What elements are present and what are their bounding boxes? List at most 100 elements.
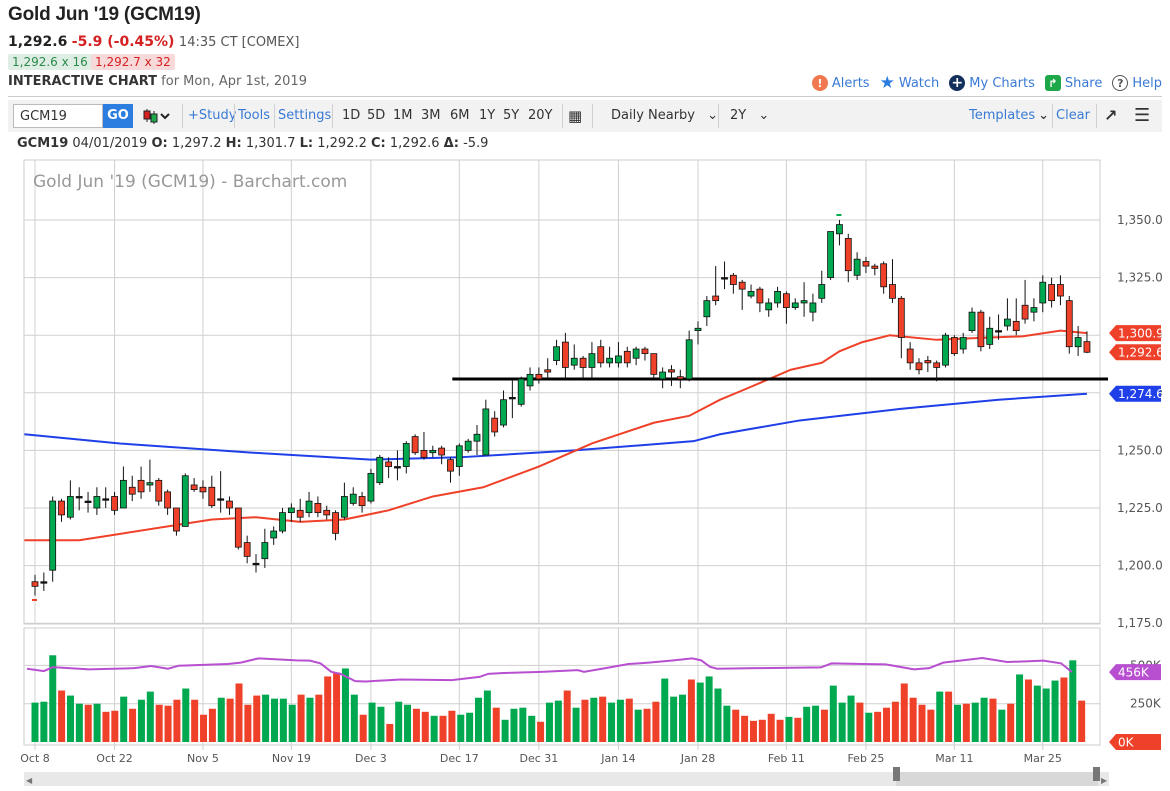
- volume-bar: [874, 711, 882, 742]
- volume-bar: [253, 695, 261, 742]
- scrollbar-left-handle[interactable]: [893, 767, 900, 781]
- candlestick-icon: [143, 109, 170, 124]
- volume-ma-line: [26, 657, 1073, 683]
- candle-body: [447, 459, 454, 472]
- range-dropdown[interactable]: 2Y ⌄: [730, 100, 769, 132]
- volume-tag: 456K: [1118, 666, 1150, 680]
- x-tick-label: Oct 22: [96, 752, 133, 765]
- ohlc-symbol: GCM19: [17, 136, 69, 151]
- candle-body: [968, 311, 976, 331]
- candle-body: [84, 500, 92, 503]
- share-link[interactable]: ↱ Share: [1044, 75, 1102, 91]
- volume-bar: [962, 703, 970, 742]
- volume-bar: [120, 696, 128, 742]
- calendar-icon[interactable]: ▦: [568, 100, 582, 132]
- chart-type-dropdown[interactable]: [141, 100, 173, 132]
- watch-link[interactable]: ★ Watch: [880, 73, 940, 93]
- volume-bar: [945, 691, 953, 742]
- period-5y[interactable]: 5Y: [503, 100, 519, 132]
- volume-bar: [652, 701, 660, 742]
- add-study-button[interactable]: +Study: [188, 100, 236, 132]
- volume-bar: [1024, 679, 1032, 742]
- candle-body: [544, 369, 552, 373]
- volume-bar: [590, 697, 598, 742]
- templates-dropdown[interactable]: Templates ⌄: [969, 100, 1049, 132]
- last-price-tag: 1,274.6: [1118, 387, 1164, 401]
- volume-bar: [679, 694, 687, 742]
- my-charts-link[interactable]: + My Charts: [949, 75, 1035, 91]
- candle-body: [588, 353, 596, 368]
- volume-bar: [297, 694, 305, 742]
- candle-body: [155, 479, 163, 502]
- candle-body: [650, 353, 658, 375]
- draw-arrow-icon[interactable]: ↗: [1104, 100, 1117, 132]
- candle-body: [880, 263, 888, 288]
- scrollbar-track[interactable]: [24, 772, 1109, 786]
- candle-body: [332, 512, 339, 534]
- share-icon: ↱: [1044, 75, 1061, 91]
- volume-bar: [696, 682, 704, 742]
- candle-body: [721, 277, 728, 280]
- candle-body: [897, 297, 905, 338]
- volume-tick-label: 250K: [1130, 697, 1162, 711]
- high-value: 1,301.7: [245, 136, 296, 151]
- header-links: ! Alerts ★ Watch + My Charts ↱ Share ? Help: [811, 73, 1162, 93]
- volume-bar: [448, 710, 456, 742]
- go-button[interactable]: GO: [103, 104, 133, 128]
- candle-body: [1021, 304, 1029, 320]
- candle-body: [818, 284, 826, 299]
- symbol-input[interactable]: [13, 104, 103, 128]
- menu-icon[interactable]: ☰: [1134, 100, 1150, 132]
- period-1y[interactable]: 1Y: [479, 100, 495, 132]
- volume-bar: [386, 723, 394, 742]
- candle-body: [500, 399, 507, 426]
- volume-bar: [554, 700, 562, 742]
- period-20y[interactable]: 20Y: [528, 100, 552, 132]
- alerts-link[interactable]: ! Alerts: [811, 75, 870, 91]
- volume-bar: [31, 702, 39, 742]
- candle-body: [376, 456, 384, 484]
- candle-body: [234, 507, 242, 548]
- ohlc-date: 04/01/2019: [72, 136, 148, 151]
- settings-button[interactable]: Settings: [278, 100, 331, 132]
- candle-body: [102, 498, 110, 501]
- y-tick-label: 1,250.0: [1117, 443, 1163, 457]
- volume-bar: [927, 709, 935, 742]
- volume-pane: [23, 627, 1101, 746]
- candle-body: [712, 295, 720, 302]
- tools-button[interactable]: Tools: [238, 100, 270, 132]
- scrollbar-thumb[interactable]: [896, 772, 1098, 786]
- period-5d[interactable]: 5D: [367, 100, 385, 132]
- volume-bar: [900, 683, 908, 742]
- period-1d[interactable]: 1D: [342, 100, 360, 132]
- candle-body: [93, 496, 101, 509]
- volume-bar: [102, 711, 110, 742]
- quote-time: 14:35 CT [COMEX]: [178, 35, 300, 50]
- heading-date: for Mon, Apr 1st, 2019: [161, 74, 307, 89]
- volume-bar: [1033, 685, 1041, 742]
- clear-button[interactable]: Clear: [1056, 100, 1090, 132]
- aggregation-dropdown[interactable]: Daily Nearby ⌄: [611, 100, 718, 132]
- chart-watermark: Gold Jun '19 (GCM19) - Barchart.com: [33, 172, 347, 192]
- period-3m[interactable]: 3M: [421, 100, 441, 132]
- candle-body: [296, 509, 304, 518]
- candle-body: [1004, 318, 1011, 327]
- scroll-left-icon: ◀: [26, 776, 33, 785]
- volume-bar: [741, 715, 749, 742]
- period-1m[interactable]: 1M: [393, 100, 413, 132]
- y-tick-label: 1,350.0: [1117, 213, 1163, 227]
- x-tick-label: Nov 19: [272, 752, 311, 765]
- candle-body: [809, 302, 817, 313]
- scrollbar-right-handle[interactable]: [1093, 767, 1100, 781]
- low-marker: [32, 599, 37, 601]
- candle-body: [871, 265, 879, 269]
- candle-body: [977, 311, 985, 348]
- alert-icon: !: [811, 75, 828, 91]
- period-6m[interactable]: 6M: [450, 100, 470, 132]
- volume-bar: [581, 699, 589, 742]
- help-icon: ?: [1112, 75, 1129, 91]
- volume-bar: [909, 697, 917, 742]
- last-price-tag: 1,300.9: [1118, 327, 1164, 341]
- help-link[interactable]: ? Help: [1112, 75, 1162, 91]
- x-tick-label: Dec 31: [519, 752, 558, 765]
